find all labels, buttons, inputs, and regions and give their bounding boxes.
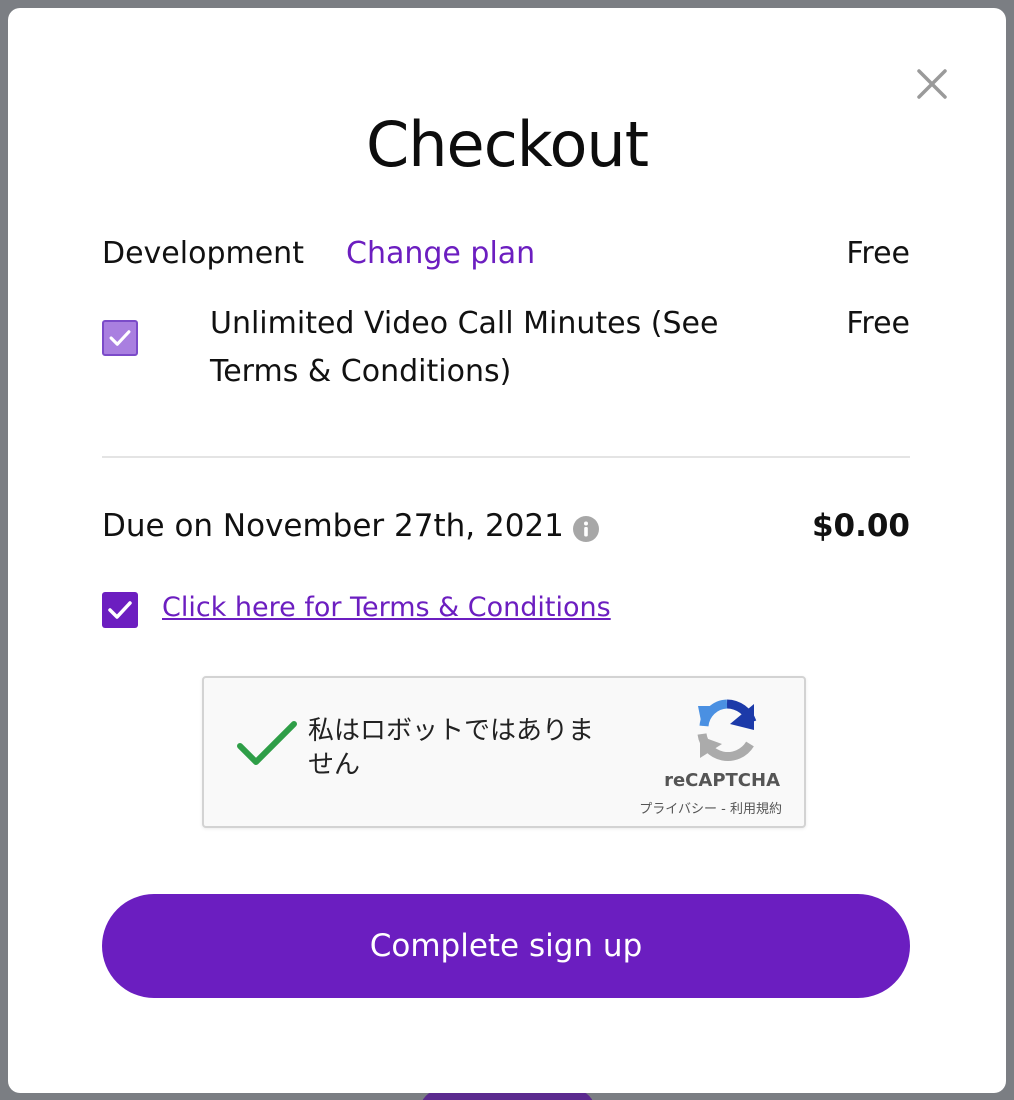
due-amount: $0.00 [811,508,910,544]
change-plan-link[interactable]: Change plan [346,236,535,271]
close-button[interactable] [914,66,950,102]
plan-name: Development [102,236,304,271]
recaptcha-logo-icon [692,696,762,766]
terms-checkbox[interactable] [102,592,138,628]
terms-link[interactable]: Click here for Terms & Conditions [162,592,611,623]
close-icon [917,69,947,99]
checkout-modal: Checkout Development Change plan Free Un… [8,8,1006,1093]
divider [102,456,910,458]
due-date-label: Due on November 27th, 2021 [102,508,564,544]
due-row: Due on November 27th, 2021 $0.00 [102,508,910,552]
recaptcha-links: プライバシー - 利用規約 [639,798,782,817]
addon-row: Unlimited Video Call Minutes (See Terms … [102,300,910,400]
modal-title: Checkout [365,108,649,181]
terms-row: Click here for Terms & Conditions [102,592,910,632]
addon-price: Free [846,306,910,341]
green-checkmark-icon [237,721,297,765]
recaptcha-brand: reCAPTCHA [664,770,780,791]
recaptcha-label: 私はロボットではありません [308,716,595,780]
recaptcha-privacy-link[interactable]: プライバシー [639,802,717,817]
recaptcha-widget: 私はロボットではありません reCAPTCHA プライバシー - 利用規約 [202,676,806,828]
plan-row: Development Change plan Free [102,236,910,276]
recaptcha-terms-link[interactable]: 利用規約 [730,802,782,817]
checkmark-icon [109,330,131,346]
plan-price: Free [846,236,910,271]
checkmark-icon [108,601,132,619]
complete-signup-button[interactable]: Complete sign up [102,894,910,998]
addon-label: Unlimited Video Call Minutes (See Terms … [210,306,719,389]
recaptcha-checkbox[interactable] [236,718,298,770]
info-icon[interactable] [572,515,600,543]
recaptcha-separator: - [717,802,730,817]
addon-checkbox[interactable] [102,320,138,356]
